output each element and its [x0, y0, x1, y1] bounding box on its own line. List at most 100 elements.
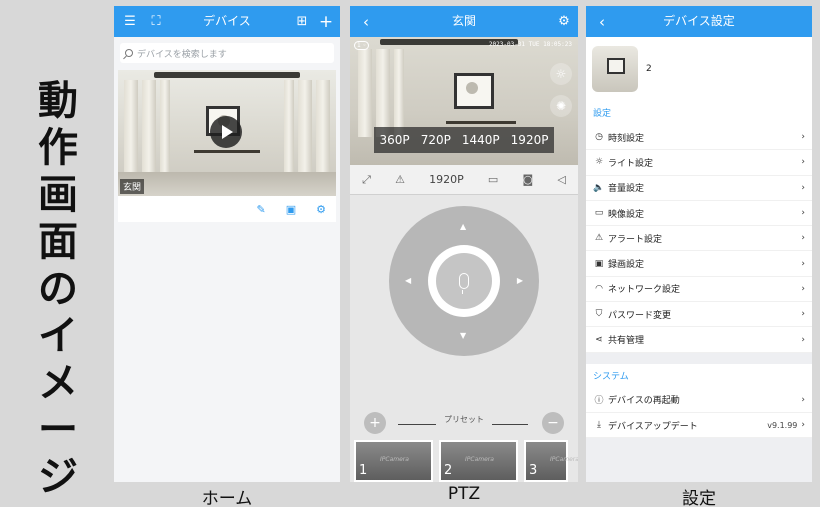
camera-preview[interactable]: 玄関 — [118, 70, 336, 196]
search-input[interactable]: デバイスを検索します — [120, 43, 334, 63]
grid-view-icon[interactable]: ⊞ — [292, 6, 312, 37]
chevron-right-icon: › — [801, 258, 805, 269]
version-text: v9.1.99 — [767, 420, 798, 430]
live-view[interactable]: 1 ◦ 2023-03-31 TUE 18:05:23 ☼ ✺ 360P 720… — [350, 37, 578, 165]
preset-list: IPCamera 1 IPCamera 2 IPCamera 3 — [354, 440, 578, 482]
search-placeholder: デバイスを検索します — [137, 49, 227, 60]
gear-icon[interactable]: ⚙ — [554, 6, 574, 37]
home-topbar: ☰ ⛶ デバイス ⊞ + — [114, 6, 340, 37]
speaker-icon[interactable]: ◁ — [557, 173, 565, 186]
settings-section: 設定 ◷ 時刻設定 › ☼ ライト設定 › 🔈 音量設定 › ▭ 映像設定 › ⚠ アラート設定 › ▣ 録画設… — [586, 101, 812, 353]
resolution-menu: 360P 720P 1440P 1920P — [374, 127, 554, 153]
ptz-toolbar: ⤢ ⚠ 1920P ▭ ◙ ◁ — [350, 165, 578, 195]
settings-row[interactable]: ◷ 時刻設定 › — [586, 125, 812, 151]
side-title-char: 作 — [38, 125, 78, 171]
clock-icon: ◷ — [595, 132, 603, 143]
arrow-right-icon[interactable]: ▶ — [517, 276, 523, 285]
res-option[interactable]: 360P — [380, 133, 410, 147]
res-option[interactable]: 720P — [421, 133, 451, 147]
res-option[interactable]: 1440P — [462, 133, 500, 147]
settings-row-label: ネットワーク設定 — [608, 285, 681, 296]
wifi-icon: ◠ — [595, 283, 603, 294]
video-icon: ▭ — [594, 208, 604, 219]
shield-icon: ⛉ — [595, 309, 603, 320]
caption-settings: 設定 — [682, 489, 716, 507]
side-title-char: 面 — [38, 219, 78, 265]
system-section: システム ⓘ デバイスの再起動 › ⤓ デバイスアップデート v9.1.99 › — [586, 363, 812, 439]
preset-add-button[interactable]: + — [364, 412, 386, 434]
edit-icon[interactable]: ✎ — [257, 203, 266, 216]
fullscreen-icon[interactable]: ⤢ — [362, 173, 371, 187]
ptz-title: 玄関 — [451, 14, 476, 28]
chevron-right-icon: › — [801, 394, 805, 405]
preset-bar: + プリセット − — [350, 410, 578, 440]
add-icon[interactable]: + — [316, 6, 336, 37]
device-info[interactable]: 2 — [586, 37, 812, 101]
settings-row[interactable]: ◠ ネットワーク設定 › — [586, 277, 812, 303]
alert-icon: ⚠ — [594, 233, 604, 244]
preset-thumb[interactable]: IPCamera 3 — [524, 440, 578, 482]
device-name: 2 — [646, 64, 652, 74]
settings-row[interactable]: ▣ 録画設定 › — [586, 251, 812, 277]
settings-row[interactable]: ▭ 映像設定 › — [586, 201, 812, 227]
caption-ptz: PTZ — [447, 484, 481, 504]
settings-row[interactable]: 🔈 音量設定 › — [586, 176, 812, 201]
settings-row-label: パスワード変更 — [608, 310, 672, 321]
settings-icon[interactable]: ⚙ — [316, 203, 326, 216]
osd-time: 2023-03-31 TUE 18:05:23 — [488, 41, 572, 48]
preset-remove-button[interactable]: − — [542, 412, 564, 434]
chevron-right-icon: › — [801, 182, 805, 193]
settings-topbar: ‹ デバイス設定 — [586, 6, 812, 37]
download-icon: ⤓ — [597, 420, 601, 431]
side-title: 動 作 画 面 の イ メ ー ジ — [34, 78, 82, 501]
playback-icon[interactable]: ▣ — [286, 203, 296, 216]
resolution-button[interactable]: 1920P — [429, 173, 464, 186]
play-icon[interactable] — [210, 116, 242, 148]
side-title-char: 動 — [38, 78, 78, 124]
side-title-char: メ — [38, 360, 78, 406]
device-thumbnail — [592, 46, 638, 92]
mic-icon — [459, 273, 469, 294]
alarm-icon[interactable]: ⚠ — [395, 173, 405, 186]
settings-row-label: 映像設定 — [608, 209, 645, 220]
chevron-right-icon: › — [801, 420, 805, 431]
res-option[interactable]: 1920P — [511, 133, 549, 147]
search-icon — [125, 49, 133, 57]
card-actions: ✎ ▣ ⚙ — [118, 196, 336, 222]
speaker-icon: 🔈 — [593, 182, 605, 193]
side-title-char: の — [38, 266, 78, 312]
record-icon[interactable]: ▭ — [488, 173, 498, 186]
siren-icon[interactable]: ✺ — [550, 95, 572, 117]
camera-icon[interactable]: ◙ — [523, 173, 534, 186]
chevron-right-icon: › — [801, 157, 805, 168]
settings-row[interactable]: ⓘ デバイスの再起動 › — [586, 388, 812, 413]
settings-row[interactable]: ⛉ パスワード変更 › — [586, 302, 812, 328]
mic-button[interactable] — [436, 253, 492, 309]
settings-row[interactable]: ⋖ 共有管理 › — [586, 327, 812, 353]
chevron-right-icon: › — [801, 334, 805, 345]
caption-home: ホーム — [201, 489, 253, 507]
settings-row[interactable]: ⤓ デバイスアップデート v9.1.99 › — [586, 413, 812, 439]
camera-card[interactable]: 玄関 ✎ ▣ ⚙ — [118, 70, 336, 222]
share-icon: ⋖ — [595, 334, 603, 345]
ptz-topbar: ‹ 玄関 ⚙ — [350, 6, 578, 37]
settings-row-label: ライト設定 — [608, 158, 654, 169]
arrow-up-icon[interactable]: ▲ — [460, 222, 466, 231]
settings-screen: ‹ デバイス設定 2 設定 ◷ 時刻設定 › ☼ ライト設定 › 🔈 音量設定 › ▭ 映像設定 › ⚠… — [586, 6, 812, 482]
ptz-screen: ‹ 玄関 ⚙ 1 ◦ 2023-03-31 TUE 18:05:23 ☼ ✺ 3… — [350, 6, 578, 482]
side-title-char: ジ — [38, 454, 78, 500]
preset-thumb[interactable]: IPCamera 2 — [439, 440, 518, 482]
settings-row-label: 共有管理 — [608, 336, 645, 347]
chevron-right-icon: › — [801, 233, 805, 244]
ptz-joystick[interactable]: ▲ ▼ ◀ ▶ — [389, 206, 539, 356]
settings-row[interactable]: ⚠ アラート設定 › — [586, 226, 812, 252]
preset-label: プリセット — [444, 415, 484, 424]
arrow-left-icon[interactable]: ◀ — [405, 276, 411, 285]
arrow-down-icon[interactable]: ▼ — [460, 331, 466, 340]
light-icon: ☼ — [594, 157, 604, 168]
side-title-char: イ — [38, 313, 78, 359]
floodlight-icon[interactable]: ☼ — [550, 63, 572, 85]
preset-thumb[interactable]: IPCamera 1 — [354, 440, 433, 482]
settings-row[interactable]: ☼ ライト設定 › — [586, 150, 812, 176]
settings-row-label: デバイスの再起動 — [608, 396, 680, 407]
